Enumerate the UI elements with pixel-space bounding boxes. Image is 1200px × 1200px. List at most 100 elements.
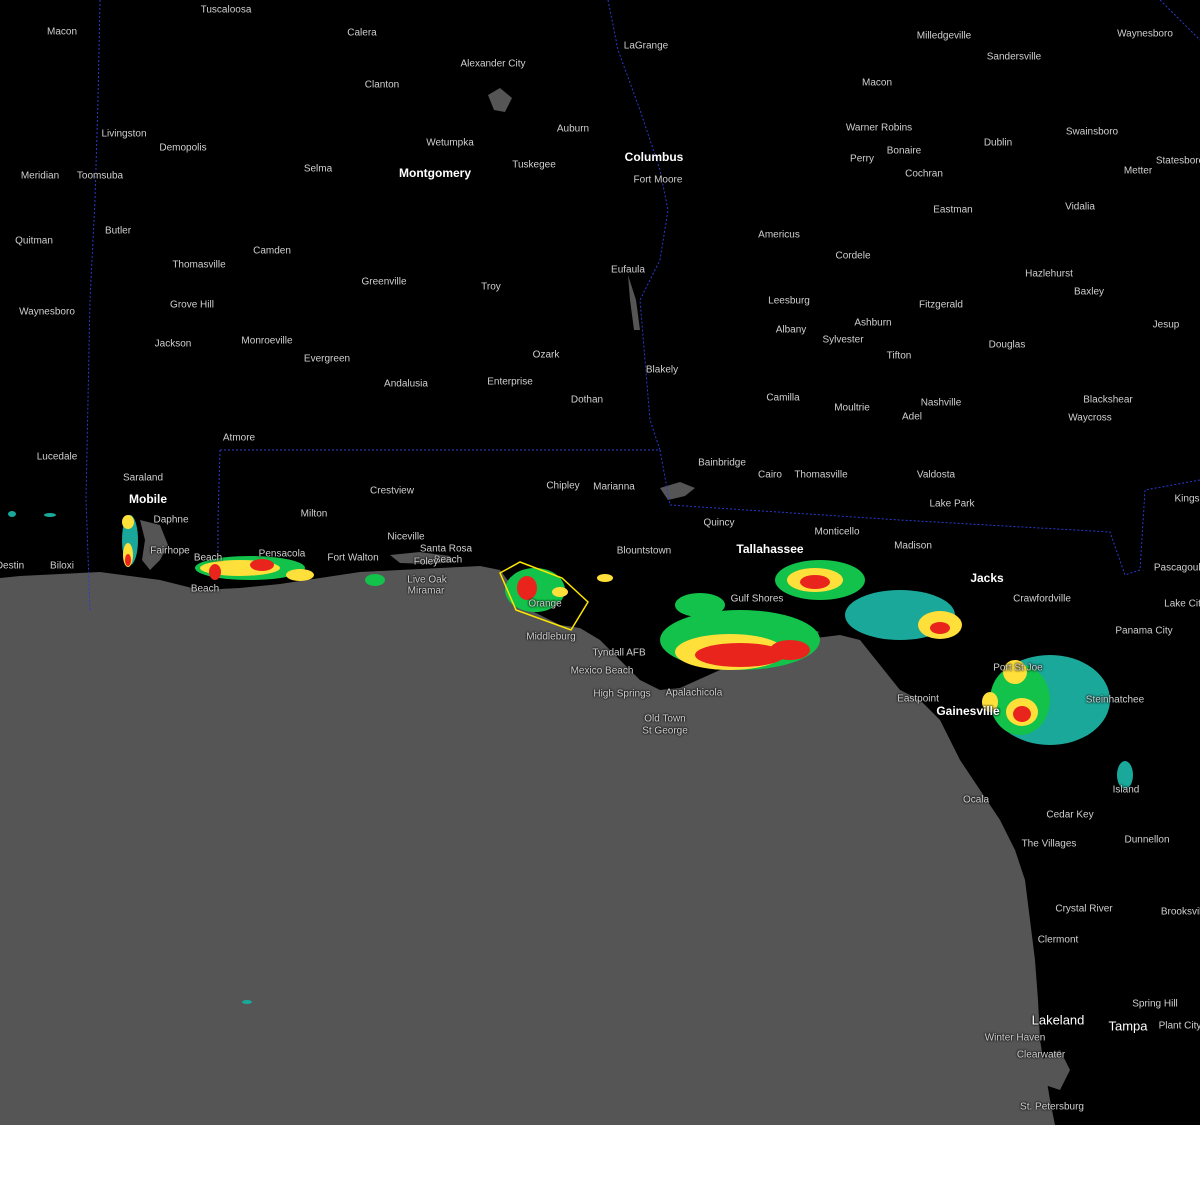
city-label: Crawfordville: [1013, 593, 1071, 605]
city-label: Fort Moore: [633, 174, 683, 186]
city-label: Chipley: [546, 480, 580, 492]
city-label: Demopolis: [159, 142, 207, 154]
city-label: Lake City: [1164, 598, 1200, 610]
city-label: Americus: [758, 229, 800, 241]
city-label: Bonaire: [886, 145, 922, 157]
city-label: Livingston: [101, 128, 147, 140]
city-label: Waycross: [1068, 412, 1112, 424]
city-label: Ashburn: [854, 317, 892, 329]
city-label: High Springs: [593, 688, 651, 700]
city-label: Waynesboro: [1117, 28, 1173, 40]
city-label: Baxley: [1073, 286, 1105, 298]
city-label: Calera: [347, 27, 377, 39]
city-label: Marianna: [593, 481, 635, 493]
city-label: Plant City: [1158, 1020, 1200, 1032]
city-label: Blackshear: [1083, 394, 1133, 406]
city-label: Auburn: [556, 123, 590, 135]
city-label: Fort Walton: [327, 552, 379, 564]
city-label: Andalusia: [384, 378, 428, 390]
city-label: Fairhope: [150, 545, 190, 557]
city-label: Tampa: [1108, 1018, 1148, 1034]
city-label: Alexander City: [460, 58, 526, 70]
city-label: Gainesville: [936, 704, 1000, 718]
city-label: Douglas: [988, 339, 1026, 351]
city-label: Vidalia: [1065, 201, 1095, 213]
radar-map[interactable]: Tuscaloosa Macon Calera LaGrange Milledgevil…: [0, 0, 1200, 1125]
city-label: Warner Robins: [845, 122, 913, 134]
city-label: Clanton: [364, 79, 400, 91]
city-label: Blakely: [645, 364, 679, 376]
city-label: Albany: [775, 324, 807, 336]
city-label: Destin: [0, 560, 25, 572]
city-label: Fitzgerald: [919, 299, 963, 311]
city-label: Beach: [190, 583, 220, 595]
city-label: Cedar Key: [1046, 809, 1094, 821]
city-label: Dothan: [570, 394, 604, 406]
city-label: Ozark: [532, 349, 560, 361]
city-label: Winter Haven: [984, 1032, 1046, 1044]
city-label: Moultrie: [834, 402, 870, 414]
city-label: Lakeland: [1031, 1012, 1085, 1028]
city-label: Thomasville: [172, 259, 226, 271]
city-label: Orange: [528, 598, 562, 610]
city-label: Saraland: [122, 472, 164, 484]
city-label: Steinhatchee: [1085, 694, 1145, 706]
city-label: Lake Park: [929, 498, 975, 510]
city-label: Evergreen: [303, 353, 351, 365]
city-label: Hazlehurst: [1025, 268, 1073, 280]
city-label: Santa Rosa: [419, 543, 473, 555]
city-label: Cordele: [835, 250, 871, 262]
city-label: Camilla: [766, 392, 800, 404]
city-label: Nashville: [920, 397, 962, 409]
city-label: Crestview: [370, 485, 414, 497]
city-label: Tifton: [886, 350, 912, 362]
city-label: LaGrange: [623, 40, 669, 52]
city-label: Apalachicola: [665, 687, 723, 699]
city-label: Thomasville: [794, 469, 848, 481]
city-label: Milledgeville: [916, 30, 972, 42]
city-label: Butler: [104, 225, 132, 237]
city-label: Miramar: [407, 585, 445, 597]
lake-martin: [488, 88, 512, 112]
city-label: Cochran: [905, 168, 943, 180]
city-label: Beach: [193, 552, 223, 564]
city-label: Macon: [46, 26, 78, 38]
city-label: Biloxi: [50, 560, 74, 572]
city-label: Mobile: [129, 492, 167, 506]
city-label: Live Oak: [407, 574, 447, 586]
city-label: The Villages: [1021, 838, 1077, 850]
city-label: Dunnellon: [1124, 834, 1170, 846]
city-label: Macon: [861, 77, 893, 89]
city-label: Metter: [1123, 165, 1153, 177]
city-label: Camden: [253, 245, 291, 257]
city-label: Tyndall AFB: [592, 647, 646, 659]
city-label: Swainsboro: [1065, 126, 1119, 138]
city-label: Monroeville: [241, 335, 293, 347]
city-label: Tuscaloosa: [200, 4, 252, 16]
city-label: Selma: [303, 163, 333, 175]
city-label: Wetumpka: [426, 137, 474, 149]
city-label: Columbus: [624, 150, 684, 164]
city-label: Milton: [300, 508, 328, 520]
city-label: Dublin: [983, 137, 1013, 149]
city-label: Quitman: [15, 235, 53, 247]
city-label: Atmore: [222, 432, 256, 444]
city-label: Daphne: [153, 514, 189, 526]
city-label: Troy: [481, 281, 501, 293]
city-label: Bainbridge: [698, 457, 746, 469]
city-label: Panama City: [1115, 625, 1173, 637]
city-label: Perry: [850, 153, 874, 165]
city-label: Niceville: [387, 531, 425, 543]
state-borders: [85, 0, 1200, 611]
city-label: Foley: [413, 556, 439, 568]
city-label: Montgomery: [399, 166, 471, 180]
city-label: Kings: [1174, 493, 1200, 505]
lake-seminole: [660, 482, 695, 500]
city-label: Sylvester: [822, 334, 864, 346]
city-label: Clearwater: [1016, 1049, 1066, 1061]
city-label: Jackson: [154, 338, 192, 350]
city-label: Madison: [894, 540, 932, 552]
city-label: Crystal River: [1055, 903, 1113, 915]
city-label: Pascagoula: [1153, 562, 1200, 574]
city-label: Quincy: [703, 517, 735, 529]
